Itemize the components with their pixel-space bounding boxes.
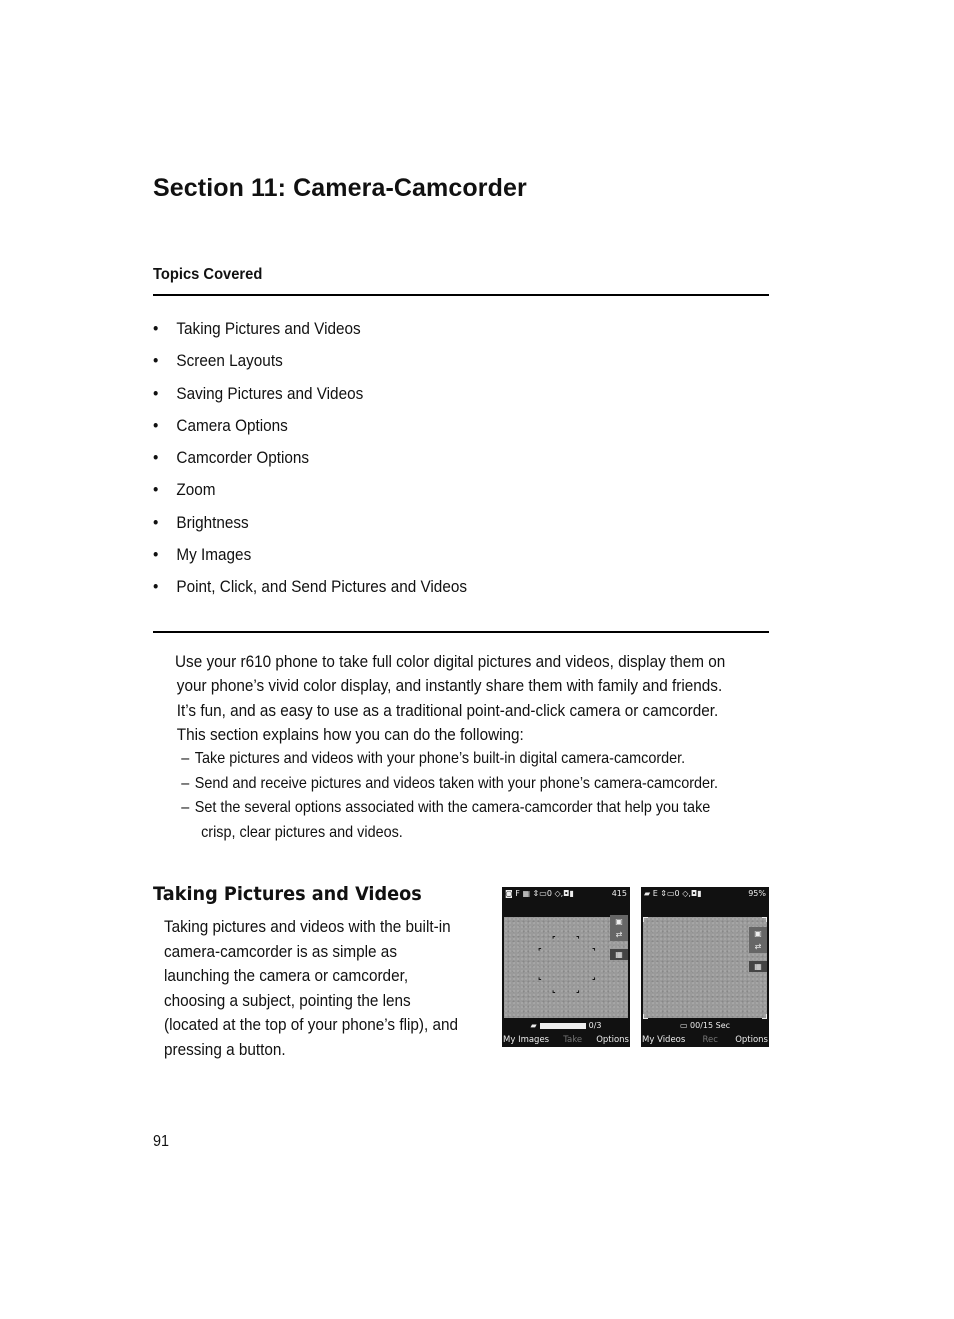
softkey-left: My Images: [503, 1035, 550, 1045]
status-bar: ▰ E ⇕▭0 ◇,◘▮ 95%: [641, 887, 769, 900]
intro-text: Use your r610 phone to take full color d…: [175, 650, 733, 845]
bullet-icon: •: [153, 383, 159, 403]
bullet-icon: •: [153, 577, 159, 597]
status-counter: 415: [611, 889, 627, 898]
status-icons: ▰ E ⇕▭0 ◇,◘▮: [644, 889, 702, 898]
bullet-icon: •: [153, 448, 159, 468]
softkey-right: Options: [735, 1035, 768, 1045]
topic-item: • Camcorder Options: [153, 448, 310, 468]
topic-item: • Brightness: [153, 512, 249, 532]
topic-item: • Point, Click, and Send Pictures and Vid…: [153, 577, 468, 597]
mode-switch-icon: ▣ ⇄: [610, 915, 628, 941]
bullet-icon: •: [153, 480, 159, 500]
frame-corner: [762, 917, 767, 922]
bottom-divider: [153, 631, 769, 633]
topic-item: • Screen Layouts: [153, 351, 283, 371]
topic-item: • Taking Pictures and Videos: [153, 319, 361, 338]
page-number: 91: [153, 1133, 170, 1150]
info-bar: ▰ 0/3: [502, 1018, 630, 1033]
topic-item: • Zoom: [153, 480, 216, 500]
intro-line: It’s fun, and as easy to use as a tradit…: [176, 700, 719, 720]
subsection-heading: Taking Pictures and Videos: [153, 883, 422, 905]
softkey-bar: My Videos Rec Options: [641, 1033, 769, 1047]
topic-item: • My Images: [153, 545, 252, 565]
intro-line: This section explains how you can do the…: [176, 724, 524, 744]
topics-list: • Taking Pictures and Videos • Screen Layo…: [153, 319, 502, 610]
frame-corner: [643, 917, 648, 922]
focus-marker: ⌟: [576, 985, 580, 994]
bullet-icon: •: [153, 415, 159, 435]
softkey-right: Options: [596, 1035, 629, 1045]
dash-item: – Set the several options associated with…: [175, 796, 733, 845]
battery-percent: 95%: [748, 889, 766, 898]
subsection-body: Taking pictures and videos with the buil…: [164, 917, 459, 1059]
focus-marker: ⌝: [592, 947, 596, 956]
section-title: Section 11: Camera-Camcorder: [153, 174, 527, 202]
record-timer: 00/15 Sec: [690, 1021, 731, 1030]
dash-icon: –: [181, 774, 190, 792]
intro-line: your phone’s vivid color display, and in…: [176, 676, 723, 696]
camcorder-screen-image: ▰ E ⇕▭0 ◇,◘▮ 95% ▣ ⇄ ▦ ▭ 00/15 Sec My Vid…: [641, 887, 769, 1047]
topic-item: • Saving Pictures and Videos: [153, 383, 364, 403]
status-icons: ◙ F ▦ ⇕▭0 ◇,◘▮: [505, 889, 574, 898]
focus-marker: ⌝: [576, 935, 580, 944]
focus-marker: ⌞: [552, 985, 556, 994]
progress-bar: [539, 1022, 586, 1029]
shot-counter: 0/3: [588, 1021, 602, 1030]
bullet-icon: •: [153, 512, 159, 532]
bullet-icon: •: [153, 545, 159, 565]
multishot-icon: ▰: [530, 1021, 537, 1030]
record-timer-icon: ▭: [679, 1021, 691, 1030]
softkey-left: My Videos: [642, 1035, 686, 1045]
mode-switch-icon: ▣ ⇄: [749, 927, 767, 953]
focus-marker: ⌜: [552, 935, 556, 944]
status-bar: ◙ F ▦ ⇕▭0 ◇,◘▮ 415: [502, 887, 630, 900]
softkey-bar: My Images Take Options: [502, 1033, 630, 1047]
dash-icon: –: [181, 750, 190, 768]
bullet-icon: •: [153, 319, 159, 338]
focus-marker: ⌞: [538, 972, 542, 981]
dash-item: – Send and receive pictures and videos ta…: [175, 772, 733, 797]
topic-item: • Camera Options: [153, 415, 288, 435]
softkey-center: Rec: [702, 1035, 718, 1045]
intro-line: Use your r610 phone to take full color d…: [175, 652, 726, 671]
focus-marker: ⌟: [592, 972, 596, 981]
dash-icon: –: [181, 799, 190, 817]
topics-heading: Topics Covered: [153, 266, 263, 283]
softkey-center: Take: [563, 1035, 583, 1045]
bullet-icon: •: [153, 351, 159, 371]
focus-marker: ⌜: [538, 947, 542, 956]
camera-screen-image: ◙ F ▦ ⇕▭0 ◇,◘▮ 415 ⌜ ⌝ ⌜ ⌝ ⌞ ⌟ ⌞ ⌟ ▣ ⇄ ▦ …: [502, 887, 630, 1047]
storage-icon: ▦: [610, 949, 628, 960]
info-bar: ▭ 00/15 Sec: [641, 1018, 769, 1033]
dash-item: – Take pictures and videos with your phon…: [175, 747, 733, 772]
storage-icon: ▦: [749, 961, 767, 972]
top-divider: [153, 294, 769, 296]
